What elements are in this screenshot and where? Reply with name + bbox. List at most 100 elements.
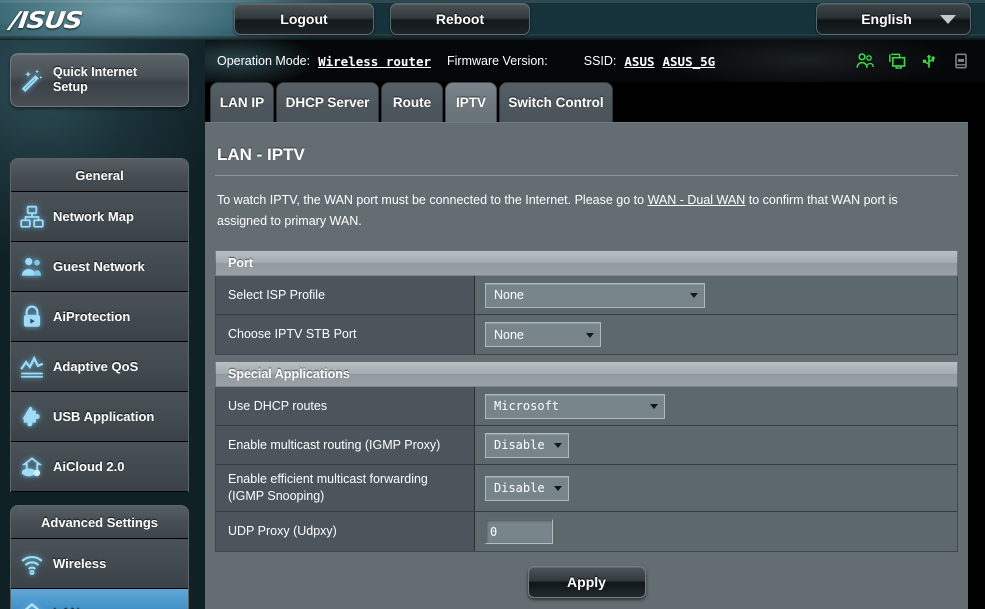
sidebar-item-label: Guest Network [53, 259, 145, 274]
sidebar-item-lan[interactable]: LAN [11, 589, 188, 609]
sidebar-item-label: Wireless [53, 556, 107, 571]
chevron-down-icon [690, 293, 698, 298]
sidebar-item-usb-application[interactable]: USB Application [11, 392, 188, 442]
section-heading: Port [215, 250, 958, 276]
quick-internet-setup-label: Quick Internet Setup [53, 65, 137, 95]
select-value: None [494, 327, 524, 342]
qos-chart-icon [11, 354, 53, 380]
setting-value-cell: None [475, 276, 957, 314]
network-monitor-icon[interactable] [887, 51, 907, 71]
select-value: Disable [494, 481, 545, 495]
select-value: Disable [494, 438, 545, 452]
choose-iptv-stb-port-select[interactable]: None [485, 322, 601, 347]
printer-icon[interactable] [951, 51, 971, 71]
language-selector[interactable]: English [816, 3, 971, 35]
sidebar-item-guest-network[interactable]: Guest Network [11, 242, 188, 292]
wifi-icon [11, 551, 53, 577]
home-icon [11, 601, 53, 609]
settings-row: Enable efficient multicast forwarding (I… [216, 465, 957, 512]
tab-dhcp-server[interactable]: DHCP Server [276, 82, 379, 122]
tab-route[interactable]: Route [381, 82, 443, 122]
sidebar-group-advanced: Advanced Settings Wireless LAN [10, 505, 189, 609]
tab-label: Route [392, 95, 432, 110]
sidebar-item-network-map[interactable]: Network Map [11, 192, 188, 242]
setting-value-cell: None [475, 315, 957, 354]
settings-row: UDP Proxy (Udpxy) [216, 512, 957, 551]
sidebar-item-aicloud-2-0[interactable]: AiCloud 2.0 [11, 442, 188, 492]
description-text-pre: To watch IPTV, the WAN port must be conn… [217, 193, 648, 207]
operation-mode-value[interactable]: Wireless router [318, 54, 431, 69]
enable-multicast-routing-igmp-proxy-select[interactable]: Disable [485, 432, 569, 458]
use-dhcp-routes-select[interactable]: Microsoft [485, 393, 665, 419]
sidebar-item-label: AiProtection [53, 309, 131, 324]
section-tab-bar: LAN IP DHCP Server Route IPTV Switch Control [205, 82, 985, 122]
chevron-down-icon [650, 404, 658, 409]
sidebar-group-heading: Advanced Settings [11, 506, 188, 539]
tab-switch-control[interactable]: Switch Control [499, 82, 613, 122]
settings-sections: Port Select ISP Profile None Choose IPTV ST… [205, 250, 968, 552]
setting-value-cell: Disable [475, 465, 957, 511]
sidebar-item-adaptive-qos[interactable]: Adaptive QoS [11, 342, 188, 392]
chevron-down-icon [554, 486, 562, 491]
settings-table: Select ISP Profile None Choose IPTV STB Po… [215, 276, 958, 355]
sidebar-item-label: Network Map [53, 209, 134, 224]
logout-button[interactable]: Logout [234, 3, 374, 35]
setting-value-cell [475, 512, 957, 551]
section-heading: Special Applications [215, 361, 958, 387]
ssid-label: SSID: [583, 54, 617, 68]
settings-section: Port Select ISP Profile None Choose IPTV ST… [215, 250, 958, 355]
setting-value-cell: Microsoft [475, 387, 957, 425]
apply-row: Apply [205, 552, 968, 598]
puzzle-icon [11, 404, 53, 430]
enable-efficient-multicast-forwarding-igmp-snooping-select[interactable]: Disable [485, 475, 569, 501]
chevron-down-icon [940, 14, 956, 24]
page-description: To watch IPTV, the WAN port must be conn… [205, 176, 968, 244]
tab-label: DHCP Server [285, 95, 370, 110]
sidebar-item-label: Adaptive QoS [53, 359, 139, 374]
sidebar-item-wireless[interactable]: Wireless [11, 539, 188, 589]
usb-icon[interactable] [919, 51, 939, 71]
cloud-home-icon [11, 454, 53, 480]
chevron-down-icon [554, 443, 562, 448]
qis-label-line1: Quick Internet [53, 65, 138, 79]
operation-mode-label: Operation Mode: [217, 54, 311, 68]
tab-lan-ip[interactable]: LAN IP [210, 82, 274, 122]
udp-proxy-udpxy-input[interactable] [485, 519, 553, 544]
sidebar-navigation: Quick Internet Setup General Network Map G… [0, 40, 205, 609]
tab-iptv[interactable]: IPTV [445, 82, 497, 122]
asus-logo: /ISUS [8, 8, 84, 34]
sidebar-group-general: General Network Map Guest Network AiProtect… [10, 158, 189, 492]
select-isp-profile-select[interactable]: None [485, 282, 705, 308]
settings-section: Special Applications Use DHCP routes Micro… [215, 361, 958, 552]
chevron-down-icon [586, 332, 594, 338]
language-selector-value: English [861, 11, 912, 27]
ssid-2g-value[interactable]: ASUS [624, 54, 654, 69]
guest-network-icon [11, 254, 53, 280]
settings-row: Select ISP Profile None [216, 276, 957, 315]
tab-label: Switch Control [508, 95, 604, 110]
page-title: LAN - IPTV [217, 145, 305, 164]
firmware-version-label: Firmware Version: [447, 54, 548, 68]
setting-label: Select ISP Profile [216, 276, 475, 314]
select-value: None [494, 288, 524, 302]
ssid-5g-value[interactable]: ASUS_5G [663, 54, 716, 69]
sidebar-group-heading: General [11, 159, 188, 192]
setting-label: Choose IPTV STB Port [216, 315, 475, 354]
wan-dual-wan-link[interactable]: WAN - Dual WAN [648, 193, 746, 207]
status-info-bar: Operation Mode: Wireless router Firmware… [205, 40, 985, 82]
setting-label: Use DHCP routes [216, 387, 475, 425]
shield-lock-icon [11, 304, 53, 330]
setting-label: UDP Proxy (Udpxy) [216, 512, 475, 551]
main-content-panel: LAN - IPTV To watch IPTV, the WAN port m… [205, 122, 968, 609]
clients-icon[interactable] [855, 51, 875, 71]
settings-row: Choose IPTV STB Port None [216, 315, 957, 354]
select-value: Microsoft [494, 399, 560, 413]
quick-internet-setup-button[interactable]: Quick Internet Setup [10, 53, 189, 107]
magic-wand-icon [11, 66, 53, 94]
reboot-button[interactable]: Reboot [390, 3, 530, 35]
router-admin-page: /ISUS Logout Reboot English Operation Mo… [0, 0, 985, 609]
setting-label: Enable multicast routing (IGMP Proxy) [216, 426, 475, 464]
qis-label-line2: Setup [53, 80, 88, 94]
sidebar-item-aiprotection[interactable]: AiProtection [11, 292, 188, 342]
apply-button[interactable]: Apply [527, 566, 646, 598]
